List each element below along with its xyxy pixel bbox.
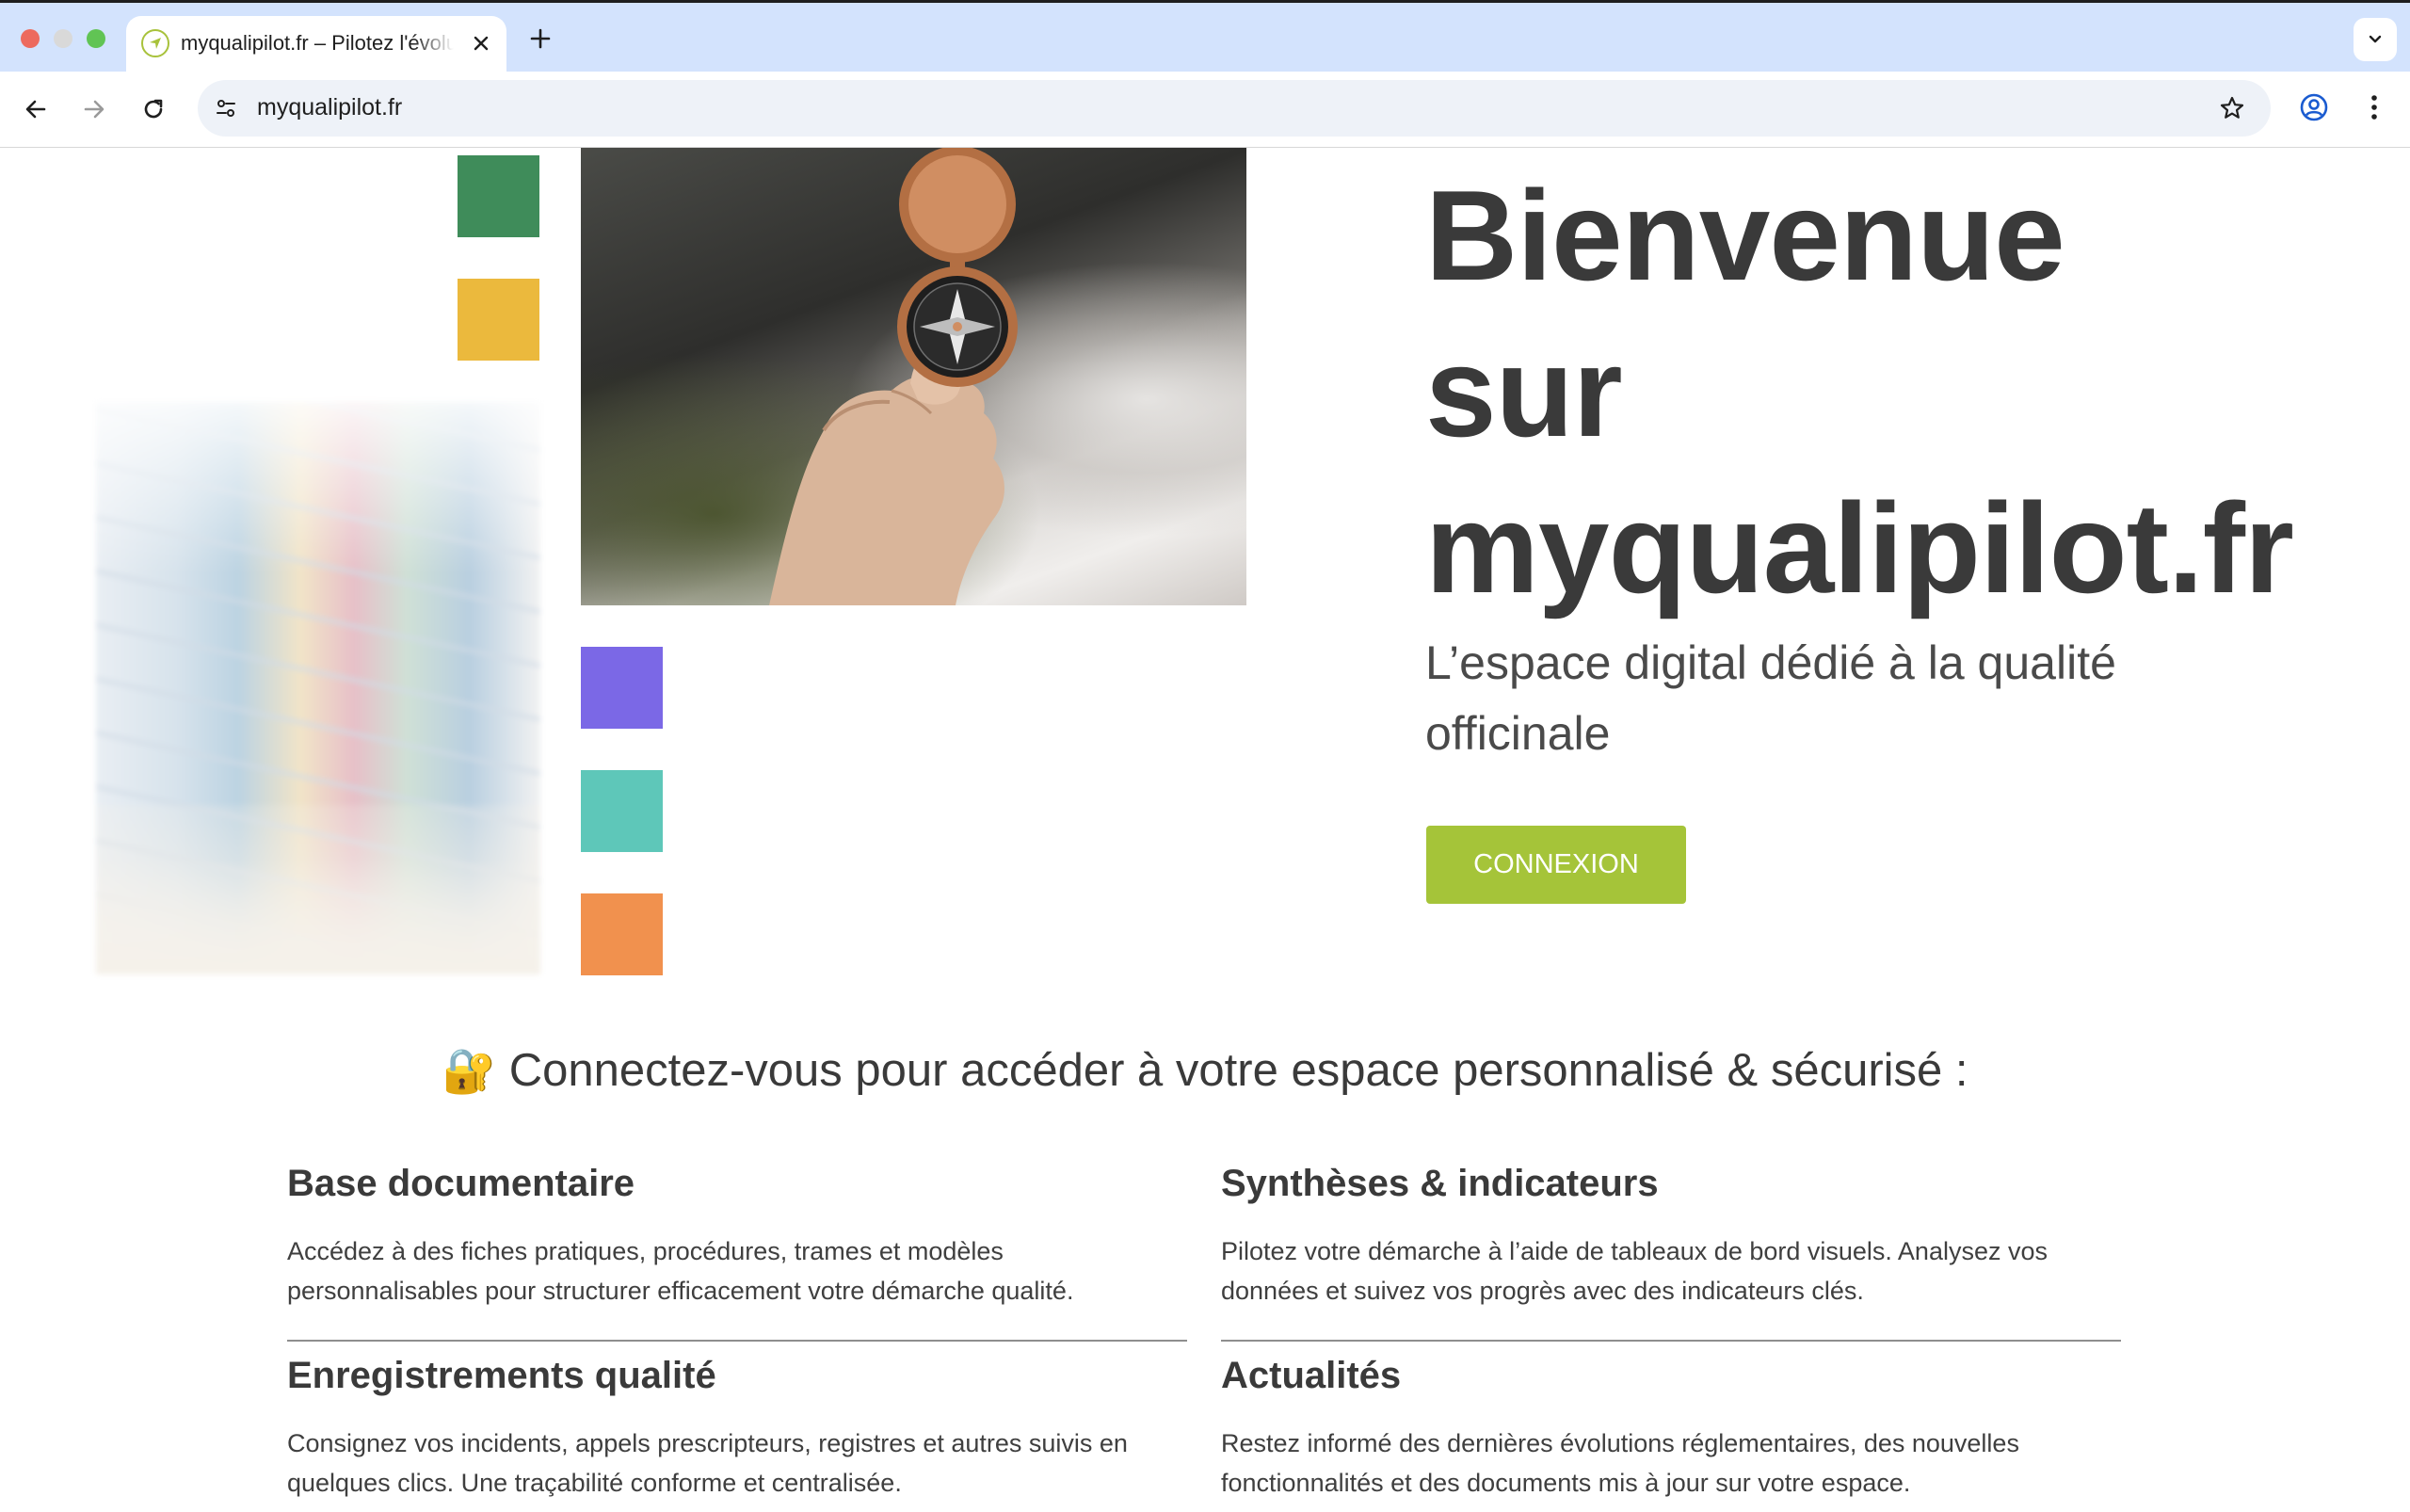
decor-square-yellow — [458, 279, 539, 361]
browser-tab[interactable]: myqualipilot.fr – Pilotez l'évolution — [126, 16, 506, 74]
site-favicon-icon — [141, 29, 169, 57]
feature-divider-left — [287, 1340, 1187, 1342]
url-text[interactable]: myqualipilot.fr — [257, 94, 402, 121]
feature-divider-right — [1221, 1340, 2121, 1342]
reload-icon[interactable] — [133, 88, 174, 130]
close-tab-icon[interactable] — [467, 29, 495, 57]
site-settings-icon[interactable] — [207, 89, 245, 127]
feature-text: Consignez vos incidents, appels prescrip… — [287, 1429, 1128, 1497]
decor-square-orange — [581, 893, 663, 975]
browser-toolbar: myqualipilot.fr — [0, 72, 2410, 147]
feature-base-documentaire: Base documentaire Accédez à des fiches p… — [287, 1163, 1187, 1311]
feature-title: Synthèses & indicateurs — [1221, 1163, 1659, 1204]
bookmark-star-icon[interactable] — [2212, 88, 2252, 128]
feature-title: Actualités — [1221, 1355, 1402, 1396]
feature-syntheses-indicateurs: Synthèses & indicateurs Pilotez votre dé… — [1221, 1163, 2121, 1311]
close-window-button[interactable] — [21, 29, 40, 48]
page-content: Bienvenue sur myqualipilot.fr L’espace d… — [0, 148, 2410, 1512]
hero-subtitle: L’espace digital dédié à la qualité offi… — [1425, 636, 2116, 760]
hero-title: Bienvenue sur myqualipilot.fr — [1425, 157, 2410, 626]
feature-actualites: Actualités Restez informé des dernières … — [1221, 1355, 2121, 1503]
hero-title-line-2: sur — [1425, 320, 1623, 463]
connexion-button[interactable]: CONNEXION — [1426, 826, 1686, 904]
back-arrow-icon[interactable] — [15, 88, 56, 130]
feature-title: Base documentaire — [287, 1163, 635, 1204]
hero-title-line-1: Bienvenue — [1425, 164, 2065, 307]
maximize-window-button[interactable] — [87, 29, 105, 48]
compass-hand-image — [581, 148, 1246, 605]
tab-search-chevron-down-icon[interactable] — [2354, 18, 2397, 61]
profile-avatar-icon[interactable] — [2293, 87, 2335, 128]
address-bar[interactable]: myqualipilot.fr — [198, 80, 2271, 137]
tab-strip: myqualipilot.fr – Pilotez l'évolution — [0, 3, 2410, 74]
pharmacy-aisle-image — [96, 402, 540, 974]
decor-square-teal — [581, 770, 663, 852]
feature-enregistrements-qualite: Enregistrements qualité Consignez vos in… — [287, 1355, 1187, 1503]
forward-arrow-icon[interactable] — [73, 88, 115, 130]
compass-illustration — [769, 148, 1018, 605]
feature-text: Pilotez votre démarche à l’aide de table… — [1221, 1237, 2048, 1305]
connect-heading-text: Connectez-vous pour accéder à votre espa… — [508, 1045, 1968, 1096]
browser-chrome: myqualipilot.fr – Pilotez l'évolution my… — [0, 0, 2410, 148]
lock-with-key-icon: 🔐 — [442, 1046, 496, 1095]
feature-text: Restez informé des dernières évolutions … — [1221, 1429, 2019, 1497]
new-tab-icon[interactable] — [523, 22, 557, 56]
minimize-window-button[interactable] — [54, 29, 72, 48]
aisle-floor — [96, 805, 540, 974]
connect-heading: 🔐 Connectez-vous pour accéder à votre esp… — [0, 1044, 2410, 1097]
feature-title: Enregistrements qualité — [287, 1355, 716, 1396]
feature-text: Accédez à des fiches pratiques, procédur… — [287, 1237, 1074, 1305]
decor-square-purple — [581, 647, 663, 729]
decor-square-green — [458, 155, 539, 237]
hero-title-line-3: myqualipilot.fr — [1425, 476, 2294, 619]
tab-title: myqualipilot.fr – Pilotez l'évolution — [181, 31, 454, 55]
kebab-menu-icon[interactable] — [2354, 87, 2395, 128]
